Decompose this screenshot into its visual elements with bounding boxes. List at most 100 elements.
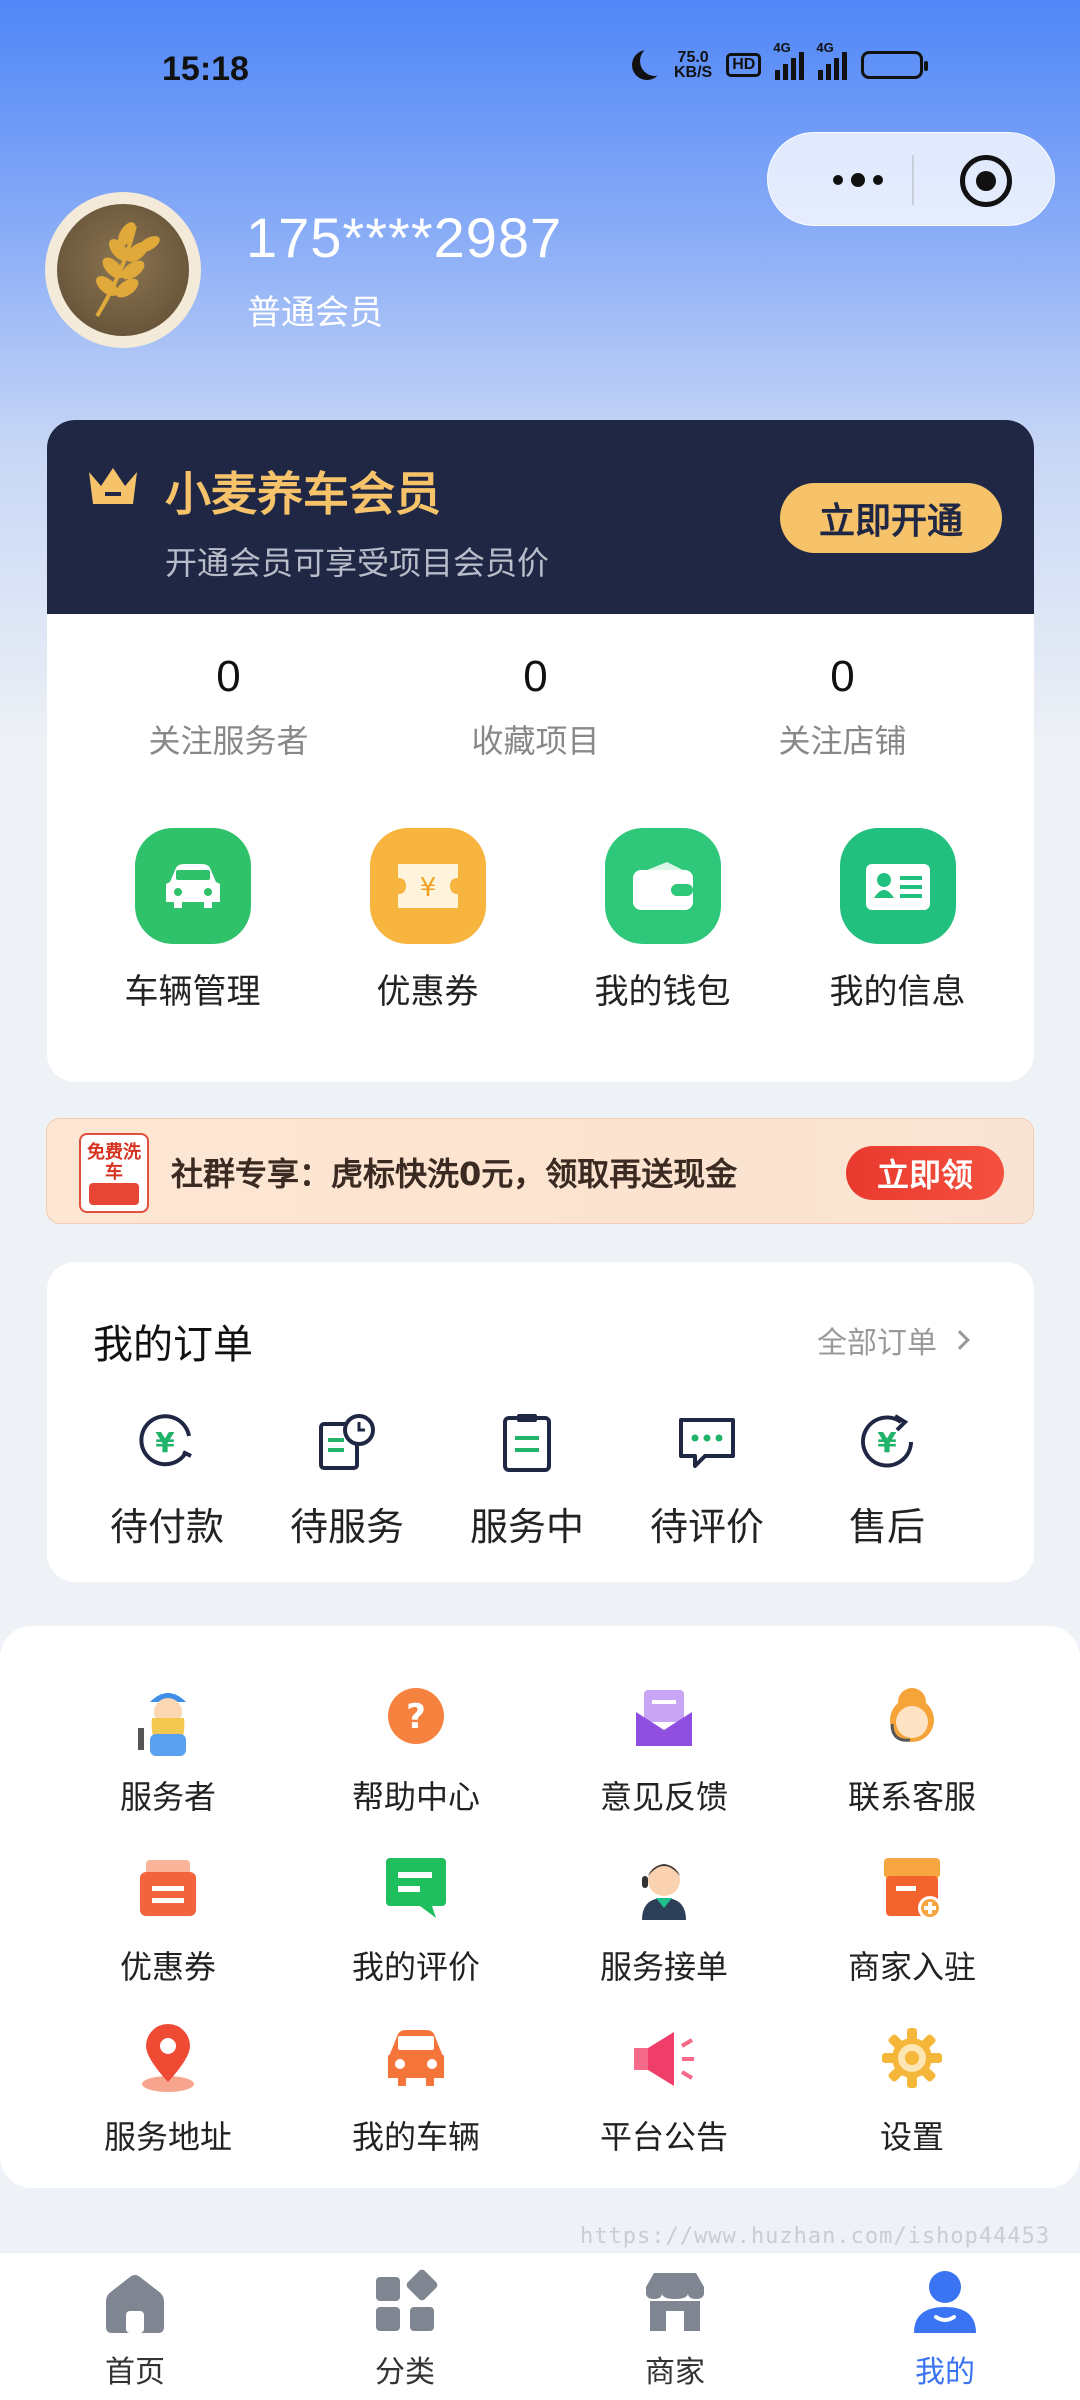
help-icon: ? [388,1688,444,1744]
tab-merchants[interactable]: 商家 [540,2253,810,2400]
grid-label: 服务者 [119,1778,216,1816]
network-speed: 75.0 KB/S [674,50,713,81]
schedule-icon [319,1414,375,1470]
signal-label: 4G [773,40,791,55]
headset-icon [642,1864,686,1920]
yen-refresh-icon: ¥ [861,1414,913,1468]
tab-mine[interactable]: 我的 [810,2253,1080,2400]
tab-home[interactable]: 首页 [0,2253,270,2400]
order-after-sales[interactable]: ¥ 售后 [797,1410,977,1551]
more-icon[interactable] [808,133,908,227]
grid-item-coupons[interactable]: 优惠券 [44,1848,292,1988]
tool-wallet[interactable]: 我的钱包 [575,828,750,1013]
stat-label: 关注服务者 [148,722,309,760]
grid-item-service-address[interactable]: 服务地址 [44,2018,292,2158]
yen-clock-icon: ¥ [139,1414,192,1467]
stat-following-shops[interactable]: 0 关注店铺 [689,652,996,762]
review-icon [386,1858,446,1918]
stat-value: 0 [216,652,241,701]
watermark: https://www.huzhan.com/ishop44453 [580,2224,1051,2249]
order-in-service[interactable]: 服务中 [437,1410,617,1551]
svg-text:¥: ¥ [877,1426,897,1459]
avatar[interactable] [45,192,201,348]
svg-text:¥: ¥ [155,1426,175,1459]
order-label: 售后 [848,1505,925,1549]
car-icon [388,2030,444,2086]
grid-label: 意见反馈 [599,1778,728,1816]
service-agent-icon [890,1688,934,1742]
grid-item-take-orders[interactable]: 服务接单 [540,1848,788,1988]
battery-icon [861,51,929,79]
grid-item-settings[interactable]: 设置 [788,2018,1036,2158]
order-pending-service[interactable]: 待服务 [257,1410,437,1551]
tool-coupons[interactable]: ¥ 优惠券 [340,828,515,1013]
signal-icon: 4G [773,40,805,80]
hd-icon: HD [726,53,762,77]
status-indicators: 75.0 KB/S HD 4G 4G [630,40,929,81]
order-label: 待评价 [649,1505,764,1549]
grid-label: 商家入驻 [847,1948,976,1986]
all-orders-label: 全部订单 [817,1326,937,1361]
tab-label: 我的 [915,2355,975,2390]
grid-label: 联系客服 [847,1778,976,1816]
order-label: 待付款 [109,1505,224,1549]
member-level: 普通会员 [247,293,383,333]
chevron-right-icon [950,1330,970,1350]
order-pending-payment[interactable]: ¥ 待付款 [77,1410,257,1551]
services-grid: 服务者 ? 帮助中心 意见反馈 联系客服 优惠券 我的评价 服务接单 商家入驻 [44,1678,1036,2158]
tool-my-info[interactable]: 我的信息 [810,828,985,1013]
grid-item-workers[interactable]: 服务者 [44,1678,292,1818]
grid-item-my-reviews[interactable]: 我的评价 [292,1848,540,1988]
tool-label: 我的信息 [829,972,966,1012]
grid-item-feedback[interactable]: 意见反馈 [540,1678,788,1818]
claim-button[interactable]: 立即领 [846,1146,1004,1200]
order-pending-review[interactable]: 待评价 [617,1410,797,1551]
all-orders-link[interactable]: 全部订单 [817,1318,970,1362]
svg-text:¥: ¥ [419,873,436,903]
user-phone: 175****2987 [246,206,563,269]
wheat-icon [57,204,189,336]
stats-row: 0 关注服务者 0 收藏项目 0 关注店铺 [47,652,1034,762]
promo-banner[interactable]: 免费洗车 社群专享：虎标快洗0元，领取再送现金 立即领 [46,1118,1034,1224]
svg-text:?: ? [406,1697,426,1737]
chat-icon [679,1418,735,1468]
grid-item-customer-service[interactable]: 联系客服 [788,1678,1036,1818]
tab-label: 商家 [645,2355,705,2390]
tab-label: 首页 [105,2355,165,2390]
signal-icon: 4G [816,40,848,80]
vip-banner[interactable]: 小麦养车会员 开通会员可享受项目会员价 立即开通 [47,420,1034,614]
user-icon [914,2271,976,2333]
speed-unit: KB/S [674,64,713,81]
grid-label: 服务接单 [599,1948,728,1986]
capsule-divider [912,155,914,205]
stat-following-workers[interactable]: 0 关注服务者 [75,652,382,762]
grid-item-my-vehicles[interactable]: 我的车辆 [292,2018,540,2158]
miniprogram-capsule [767,132,1055,226]
tool-label: 优惠券 [376,972,479,1012]
stat-value: 0 [830,652,855,701]
tool-label: 我的钱包 [594,972,731,1012]
grid-label: 我的车辆 [351,2118,480,2156]
activate-vip-button[interactable]: 立即开通 [780,483,1002,553]
promo-text: 社群专享：虎标快洗0元，领取再送现金 [171,1155,738,1193]
stat-favorites[interactable]: 0 收藏项目 [382,652,689,762]
member-card: 小麦养车会员 开通会员可享受项目会员价 立即开通 0 关注服务者 0 收藏项目 … [47,420,1034,1082]
status-time: 15:18 [162,50,249,88]
grid-item-announcements[interactable]: 平台公告 [540,2018,788,2158]
tool-vehicle-management[interactable]: 车辆管理 [105,828,280,1013]
tab-category[interactable]: 分类 [270,2253,540,2400]
grid-label: 设置 [879,2118,944,2156]
grid-item-merchant-join[interactable]: 商家入驻 [788,1848,1036,1988]
car-icon [134,828,251,944]
close-miniprogram-icon[interactable] [960,155,1012,207]
category-icon [376,2269,438,2331]
grid-item-help-center[interactable]: ? 帮助中心 [292,1678,540,1818]
id-card-icon [839,828,956,944]
coupon-icon: ¥ [369,828,486,944]
megaphone-icon [634,2032,694,2086]
clipboard-icon [503,1414,551,1472]
vip-title: 小麦养车会员 [165,467,441,521]
status-bar: 15:18 75.0 KB/S HD 4G 4G [0,40,1080,96]
moon-icon [640,46,670,76]
order-label: 待服务 [289,1505,404,1549]
